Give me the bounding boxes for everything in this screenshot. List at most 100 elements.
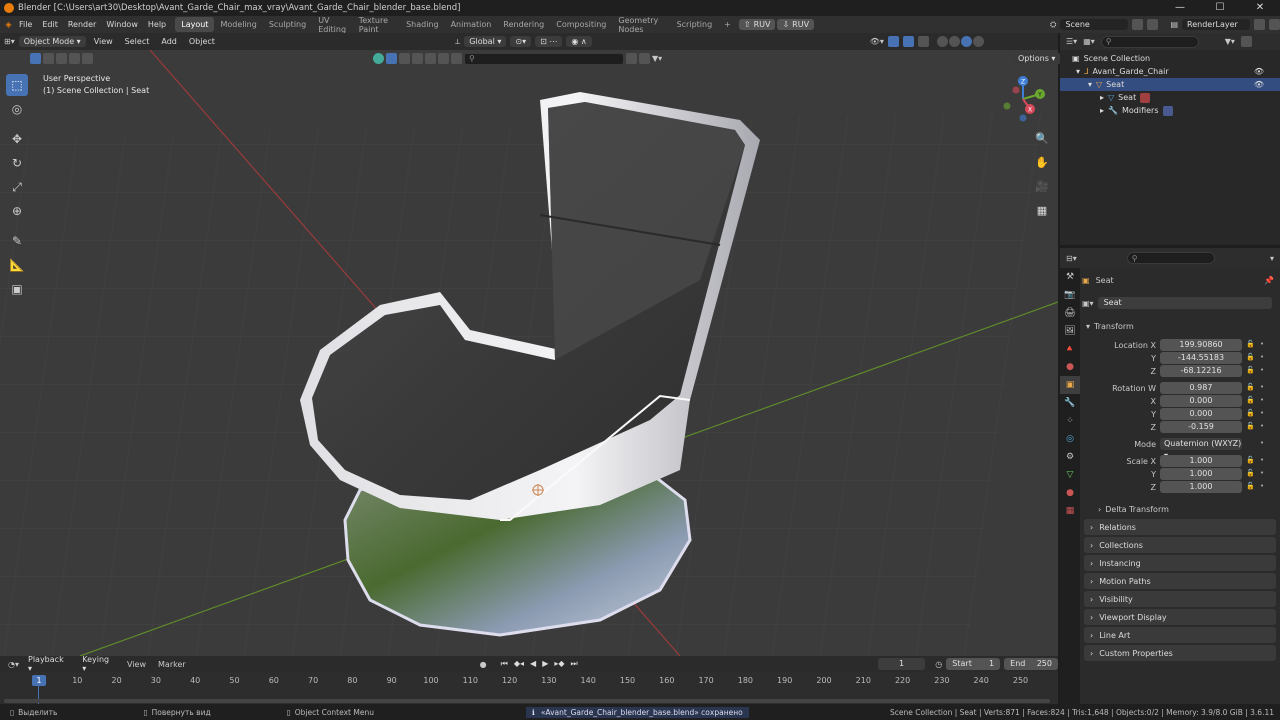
expand-arrow-icon[interactable]: ▸ xyxy=(1100,93,1104,102)
move-tool[interactable]: ✥ xyxy=(6,128,28,150)
modifier-tab-icon[interactable]: 🔧 xyxy=(1060,394,1080,412)
output-tab-icon[interactable]: 🖨 xyxy=(1060,304,1080,322)
tool-tab-icon[interactable]: ⚒ xyxy=(1060,268,1080,286)
filter-curve-icon[interactable] xyxy=(399,53,410,64)
viewport-search-input[interactable]: ⚲ xyxy=(464,52,624,65)
solid-shading-icon[interactable] xyxy=(948,36,960,47)
ruv-download-button[interactable]: ⇩ RUV xyxy=(777,19,815,30)
chevron-down-icon[interactable]: ▾ xyxy=(1270,254,1274,263)
filter-light-icon[interactable] xyxy=(412,53,423,64)
tab-shading[interactable]: Shading xyxy=(400,17,445,32)
end-frame-field[interactable]: End 250 xyxy=(1004,658,1058,670)
keying-menu[interactable]: Keying ▾ xyxy=(77,654,119,674)
proportional-edit-toggle[interactable]: ◉ ∧ xyxy=(566,36,592,47)
delete-scene-icon[interactable] xyxy=(1147,19,1159,30)
ruv-upload-button[interactable]: ⇧ RUV xyxy=(738,19,776,30)
panel-viewport-display[interactable]: › Viewport Display xyxy=(1084,609,1276,625)
rotation-x-field[interactable]: 0.000 xyxy=(1160,395,1242,407)
timeline-scrollbar[interactable] xyxy=(4,699,1050,703)
pivot-dropdown[interactable]: ⊙▾ xyxy=(510,36,532,47)
keyframe-dot-icon[interactable]: • xyxy=(1260,482,1270,492)
scale-z-field[interactable]: 1.000 xyxy=(1160,481,1242,493)
render-tab-icon[interactable]: 📷 xyxy=(1060,286,1080,304)
jump-start-icon[interactable]: ⏮ xyxy=(501,659,508,669)
select-box-mode[interactable] xyxy=(30,53,41,64)
menu-add[interactable]: Add xyxy=(157,37,181,46)
snap-toggle[interactable]: ⊡ ⋯ xyxy=(535,36,563,47)
select-extend-mode[interactable] xyxy=(43,53,54,64)
panel-custom-properties[interactable]: › Custom Properties xyxy=(1084,645,1276,661)
constraints-tab-icon[interactable]: ⚙ xyxy=(1060,448,1080,466)
material-tab-icon[interactable]: ● xyxy=(1060,484,1080,502)
marker-menu[interactable]: Marker xyxy=(154,660,190,669)
properties-editor-icon[interactable]: ⊟▾ xyxy=(1066,254,1077,263)
filter-icon[interactable]: ▼▾ xyxy=(652,54,662,63)
panel-motion-paths[interactable]: › Motion Paths xyxy=(1084,573,1276,589)
outliner-row-seat[interactable]: ▾ ▽ Seat 👁 xyxy=(1060,78,1280,91)
rotate-tool[interactable]: ↻ xyxy=(6,152,28,174)
options-dropdown[interactable]: Options ▾ xyxy=(1012,53,1062,64)
play-reverse-icon[interactable]: ◀ xyxy=(530,659,536,669)
keyframe-dot-icon[interactable]: • xyxy=(1260,383,1270,393)
current-frame-field[interactable]: 1 xyxy=(877,658,926,670)
maximize-button[interactable]: ☐ xyxy=(1200,0,1240,16)
overlay-toggle[interactable] xyxy=(902,36,914,47)
object-mode-dropdown[interactable]: Object Mode ▾ xyxy=(18,36,86,47)
expand-arrow-icon[interactable]: ▸ xyxy=(1100,106,1104,115)
filter-other-icon[interactable] xyxy=(451,53,462,64)
view-layer-icon[interactable]: ▤ xyxy=(1170,20,1178,29)
rotation-y-field[interactable]: 0.000 xyxy=(1160,408,1242,420)
filter-mesh-icon[interactable] xyxy=(386,53,397,64)
world-tab-icon[interactable]: ● xyxy=(1060,358,1080,376)
delta-transform-header[interactable]: › Delta Transform xyxy=(1082,503,1278,515)
panel-line-art[interactable]: › Line Art xyxy=(1084,627,1276,643)
start-frame-field[interactable]: Start 1 xyxy=(946,658,1001,670)
neg-y-handle[interactable] xyxy=(1003,102,1011,110)
lock-icon[interactable]: 🔓 xyxy=(1246,409,1256,419)
scale-tool[interactable]: ⤢ xyxy=(6,176,28,198)
jump-end-icon[interactable]: ⏭ xyxy=(571,659,578,669)
panel-visibility[interactable]: › Visibility xyxy=(1084,591,1276,607)
select-intersect-mode[interactable] xyxy=(82,53,93,64)
location-z-field[interactable]: -68.12216 xyxy=(1160,365,1242,377)
panel-instancing[interactable]: › Instancing xyxy=(1084,555,1276,571)
lock-icon[interactable]: 🔓 xyxy=(1246,353,1256,363)
physics-tab-icon[interactable]: ◎ xyxy=(1060,430,1080,448)
rotation-mode-dropdown[interactable]: Quaternion (WXYZ) ▾ xyxy=(1160,438,1242,460)
gizmo-toggle[interactable] xyxy=(887,36,899,47)
record-icon[interactable]: ● xyxy=(480,660,487,669)
data-tab-icon[interactable]: ▽ xyxy=(1060,466,1080,484)
tab-rendering[interactable]: Rendering xyxy=(497,17,550,32)
transform-tool[interactable]: ⊕ xyxy=(6,200,28,222)
properties-search-input[interactable]: ⚲ xyxy=(1126,252,1215,264)
tab-sculpting[interactable]: Sculpting xyxy=(263,17,312,32)
tab-layout[interactable]: Layout xyxy=(175,17,215,32)
keyframe-dot-icon[interactable]: • xyxy=(1260,409,1270,419)
visibility-eye-icon[interactable]: 👁 xyxy=(1254,67,1264,76)
prev-keyframe-icon[interactable]: ◆◂ xyxy=(514,659,524,669)
view-layer-tab-icon[interactable]: 🖼 xyxy=(1060,322,1080,340)
neg-z-handle[interactable] xyxy=(1019,114,1027,122)
keyframe-dot-icon[interactable]: • xyxy=(1260,396,1270,406)
object-name-field[interactable]: Seat xyxy=(1097,297,1272,309)
scene-tab-icon[interactable]: 🔺 xyxy=(1060,340,1080,358)
lock-icon[interactable]: 🔓 xyxy=(1246,422,1256,432)
expand-arrow-icon[interactable]: ▾ xyxy=(1076,67,1080,76)
outliner-row-seat-mesh[interactable]: ▸ ▽ Seat xyxy=(1060,91,1280,104)
visibility-icon[interactable]: 👁▾ xyxy=(870,37,884,46)
tab-animation[interactable]: Animation xyxy=(445,17,498,32)
annotate-tool[interactable]: ✎ xyxy=(6,230,28,252)
render-layer-field[interactable]: RenderLayer xyxy=(1182,19,1251,30)
particles-tab-icon[interactable]: ⁘ xyxy=(1060,412,1080,430)
outliner-row-modifiers[interactable]: ▸ 🔧 Modifiers xyxy=(1060,104,1280,117)
lock-icon[interactable]: 🔓 xyxy=(1246,469,1256,479)
navigation-gizmo[interactable]: Z Y X xyxy=(996,72,1050,126)
lock-icon[interactable]: 🔓 xyxy=(1246,456,1256,466)
texture-tab-icon[interactable]: ▦ xyxy=(1060,502,1080,520)
lock-icon[interactable]: 🔓 xyxy=(1246,396,1256,406)
scene-icon[interactable]: ⛭ xyxy=(1050,20,1056,30)
outliner-search-input[interactable]: ⚲ xyxy=(1100,35,1199,48)
select-invert-mode[interactable] xyxy=(69,53,80,64)
new-scene-icon[interactable] xyxy=(1132,19,1144,30)
scale-y-field[interactable]: 1.000 xyxy=(1160,468,1242,480)
